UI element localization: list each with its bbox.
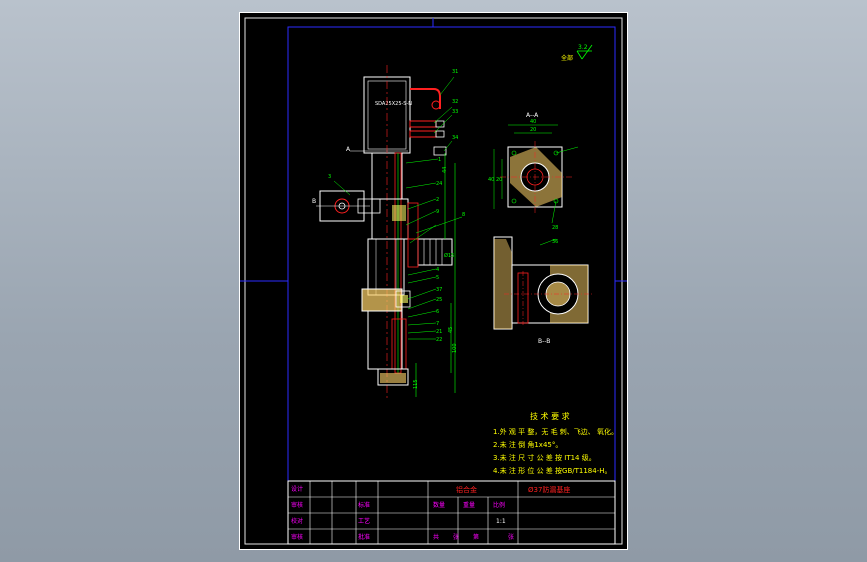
dim-diameter: Ø15 <box>444 252 454 259</box>
tech-req-heading: 技 术 要 求 <box>530 411 570 421</box>
svg-text:25: 25 <box>436 297 442 303</box>
section-a-title: A--A <box>526 112 539 119</box>
svg-text:22: 22 <box>436 337 442 343</box>
section-a-view: A--A 40 20 40 20 28 <box>488 112 579 231</box>
technical-requirements: 技 术 要 求 1.外 观 平 整，无 毛 刺、飞边、 氧化。 2.未 注 倒 … <box>493 411 618 475</box>
svg-text:100: 100 <box>452 343 458 353</box>
svg-text:张: 张 <box>508 533 514 541</box>
svg-text:115: 115 <box>413 379 419 389</box>
scale-value: 1:1 <box>496 518 506 525</box>
svg-text:7: 7 <box>436 321 439 327</box>
svg-text:20: 20 <box>496 177 502 183</box>
part-name: Ø37防漏基座 <box>528 485 570 494</box>
svg-text:比例: 比例 <box>493 501 505 509</box>
svg-text:校对: 校对 <box>291 517 303 525</box>
svg-text:工艺: 工艺 <box>358 517 370 525</box>
svg-text:设计: 设计 <box>291 485 303 493</box>
view-marker-a: A <box>346 146 351 153</box>
svg-text:21: 21 <box>436 329 442 335</box>
section-b-view: 36 B--B <box>493 236 592 345</box>
svg-text:2: 2 <box>436 197 439 203</box>
svg-text:6: 6 <box>436 309 439 315</box>
cylinder-label: SDA25X25-S-N <box>375 101 412 107</box>
view-marker-b: B <box>312 198 316 205</box>
side-nozzle <box>417 238 453 266</box>
svg-text:8: 8 <box>462 212 465 218</box>
tech-req-item-3: 3.未 注 尺 寸 公 差 按 IT14 级。 <box>493 453 596 462</box>
svg-text:5: 5 <box>436 275 439 281</box>
svg-text:32: 32 <box>452 99 458 105</box>
svg-text:3.2: 3.2 <box>578 44 588 51</box>
upper-stem <box>371 152 403 200</box>
svg-text:第: 第 <box>473 533 479 541</box>
drawing-canvas: 3.2 全部 SDA25X25-S-N A B 44 45 100 115 Ø1… <box>240 17 627 545</box>
svg-text:审核: 审核 <box>291 533 303 541</box>
svg-text:31: 31 <box>452 69 458 75</box>
svg-text:44: 44 <box>442 167 448 173</box>
title-block: 设计 审核 校对 审核 标准 工艺 批准 铝合金 Ø37防漏基座 数量 重量 比… <box>287 480 616 545</box>
lower-body <box>367 238 405 296</box>
material-label: 铝合金 <box>456 485 477 494</box>
tech-req-item-1: 1.外 观 平 整，无 毛 刺、飞边、 氧化。 <box>493 427 618 436</box>
svg-text:36: 36 <box>552 239 558 245</box>
bottom-body <box>367 310 403 370</box>
svg-text:28: 28 <box>552 225 558 231</box>
svg-text:1: 1 <box>438 157 441 163</box>
svg-text:标准: 标准 <box>358 501 370 509</box>
elbow-fitting <box>410 88 441 109</box>
fitting-32 <box>409 120 437 128</box>
svg-text:共: 共 <box>433 533 439 541</box>
tech-req-item-4: 4.未 注 形 位 公 差 按GB/T1184-H。 <box>493 466 612 475</box>
drawing-sheet: 3.2 全部 SDA25X25-S-N A B 44 45 100 115 Ø1… <box>239 12 628 550</box>
svg-text:4: 4 <box>436 267 439 273</box>
roughness-symbol: 3.2 全部 <box>561 44 593 62</box>
cad-viewport[interactable]: 3.2 全部 SDA25X25-S-N A B 44 45 100 115 Ø1… <box>0 0 867 562</box>
tech-req-item-2: 2.未 注 倒 角1x45°。 <box>493 440 562 449</box>
svg-text:9: 9 <box>436 209 439 215</box>
svg-text:37: 37 <box>436 287 442 293</box>
svg-text:3: 3 <box>328 174 331 180</box>
svg-text:张: 张 <box>453 533 459 541</box>
svg-text:33: 33 <box>452 109 458 115</box>
fitting-33 <box>409 130 437 138</box>
main-side-view: SDA25X25-S-N A B 44 45 100 115 Ø15 31 32… <box>312 65 465 399</box>
svg-text:24: 24 <box>436 181 442 187</box>
svg-text:20: 20 <box>530 127 536 133</box>
svg-text:40: 40 <box>488 177 494 183</box>
svg-text:40: 40 <box>530 119 536 125</box>
hatched-insert <box>392 205 406 221</box>
svg-text:45: 45 <box>448 327 454 333</box>
svg-text:审核: 审核 <box>291 501 303 509</box>
svg-text:全部: 全部 <box>561 54 573 62</box>
svg-text:重量: 重量 <box>463 501 475 509</box>
svg-text:数量: 数量 <box>433 501 445 509</box>
svg-text:批准: 批准 <box>358 533 370 541</box>
section-b-title: B--B <box>538 338 550 345</box>
svg-text:34: 34 <box>452 135 458 141</box>
